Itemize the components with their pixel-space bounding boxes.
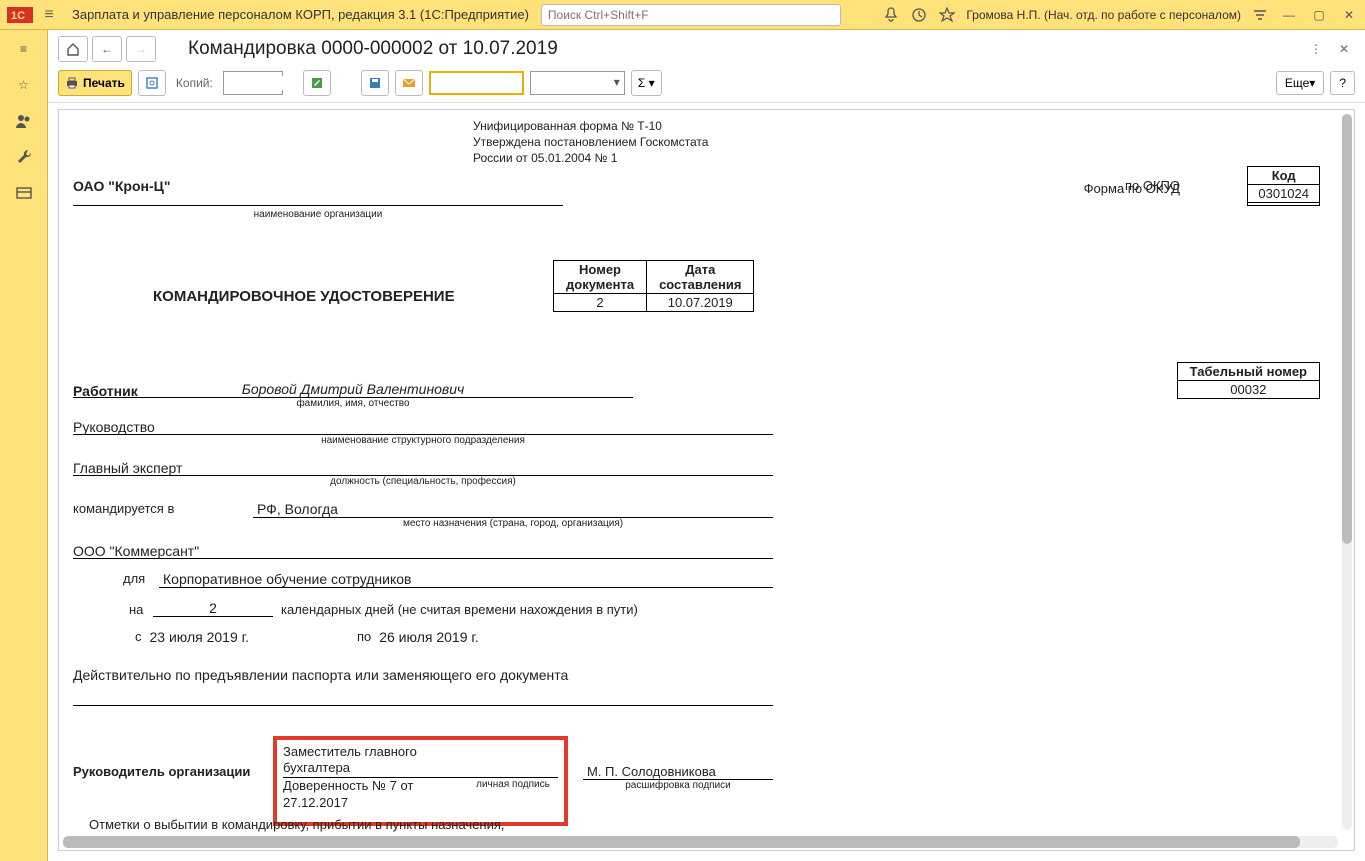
sig-sub-decryption: расшифровка подписи — [583, 780, 773, 791]
position-value: Главный эксперт — [73, 460, 182, 476]
tabnum-table: Табельный номер 00032 — [1177, 362, 1320, 399]
org-name: ОАО "Крон-Ц" — [73, 178, 171, 194]
okpo-value — [1248, 203, 1320, 206]
dept-sublabel: наименование структурного подразделения — [73, 435, 773, 446]
from-date: 23 июля 2019 г. — [150, 629, 249, 645]
dropdown-input[interactable] — [530, 71, 625, 95]
docnum-h1b: документа — [566, 277, 634, 292]
app-logo-icon: 1С — [6, 5, 34, 25]
history-icon[interactable] — [910, 6, 928, 24]
docdate-h1b: составления — [659, 277, 741, 292]
tabnum-header: Табельный номер — [1177, 362, 1319, 380]
sig-decryption: М. П. Солодовникова — [587, 764, 716, 779]
star-icon[interactable] — [938, 6, 956, 24]
nav-back-button[interactable]: ← — [92, 36, 122, 62]
current-user[interactable]: Громова Н.П. (Нач. отд. по работе с перс… — [966, 8, 1241, 22]
worker-label: Работник — [73, 383, 163, 399]
left-sidebar: ≡ ☆ — [0, 30, 48, 861]
print-button-label: Печать — [83, 76, 125, 90]
from-label: с — [135, 629, 142, 645]
copies-stepper[interactable]: ▲▼ — [223, 71, 283, 95]
form-header-line2: Утверждена постановлением Госкомстата — [473, 134, 1320, 150]
purpose-value: Корпоративное обучение сотрудников — [159, 571, 773, 588]
days-value: 2 — [153, 600, 273, 617]
close-button[interactable]: ✕ — [1339, 8, 1359, 22]
star-tab-icon[interactable]: ☆ — [13, 74, 35, 96]
tabnum-value: 00032 — [1177, 380, 1319, 398]
docdate-h1: Дата — [685, 262, 715, 277]
more-menu-icon[interactable]: ⋮ — [1305, 38, 1327, 60]
home-button[interactable] — [58, 36, 88, 62]
docnum-table: Номердокумента Датасоставления 2 10.07.2… — [553, 260, 754, 312]
card-icon[interactable] — [13, 182, 35, 204]
dept-value: Руководство — [73, 419, 155, 435]
print-button[interactable]: Печать — [58, 70, 132, 96]
horizontal-scrollbar[interactable] — [63, 836, 1338, 848]
document-title: Командировка 0000-000002 от 10.07.2019 — [188, 38, 558, 60]
document-page: Унифицированная форма № Т-10 Утверждена … — [59, 110, 1338, 834]
to-label: по — [357, 629, 371, 645]
destination-sublabel: место назначения (страна, город, организ… — [253, 518, 773, 529]
titlebar: 1С ≡ Зарплата и управление персоналом КО… — [0, 0, 1365, 30]
svg-text:1С: 1С — [11, 10, 25, 22]
to-date: 26 июля 2019 г. — [379, 629, 478, 645]
valid-text: Действительно по предъявлении паспорта и… — [73, 667, 568, 683]
search-wrap — [541, 4, 841, 26]
client-value: ООО "Коммерсант" — [73, 543, 199, 559]
fio-sublabel: фамилия, имя, отчество — [73, 398, 633, 409]
days-label-pre: на — [129, 602, 153, 617]
document-area: Унифицированная форма № Т-10 Утверждена … — [58, 109, 1355, 851]
org-sublabel: наименование организации — [73, 209, 563, 220]
form-header: Унифицированная форма № Т-10 Утверждена … — [473, 118, 1320, 167]
code-table: Код 0301024 — [1247, 166, 1320, 206]
days-label-post: календарных дней (не считая времени нахо… — [281, 602, 638, 617]
menu-icon[interactable]: ≡ — [13, 38, 35, 60]
print-toolbar: Печать Копий: ▲▼ Σ ▾ Еще ▾ ? — [48, 66, 1365, 103]
vertical-scrollbar[interactable] — [1342, 114, 1352, 830]
sub-header: ← → Командировка 0000-000002 от 10.07.20… — [48, 30, 1365, 66]
preview-button[interactable] — [138, 70, 166, 96]
more-button-label: Еще — [1285, 76, 1309, 90]
help-button[interactable]: ? — [1330, 71, 1355, 95]
sum-button[interactable]: Σ ▾ — [631, 70, 662, 96]
settings-lines-icon[interactable] — [1251, 6, 1269, 24]
wrench-icon[interactable] — [13, 146, 35, 168]
destination-value: РФ, Вологда — [253, 501, 773, 518]
signer-position-line2: бухгалтера — [283, 760, 558, 778]
app-title: Зарплата и управление персоналом КОРП, р… — [72, 7, 529, 22]
okud-value: 0301024 — [1248, 185, 1320, 203]
sig-sub-personal: личная подпись — [468, 778, 558, 812]
form-header-line1: Унифицированная форма № Т-10 — [473, 118, 1320, 134]
docdate-value: 10.07.2019 — [647, 293, 754, 311]
edit-button[interactable] — [303, 70, 331, 96]
purpose-label: для — [123, 571, 159, 588]
more-button[interactable]: Еще ▾ — [1276, 71, 1324, 95]
signer-highlight-box: Заместитель главного бухгалтера Доверенн… — [273, 736, 568, 826]
marks-text: Отметки о выбытии в командировку, прибыт… — [89, 817, 505, 832]
nav-forward-button[interactable]: → — [126, 36, 156, 62]
docnum-h1: Номер — [579, 262, 621, 277]
signer-position-line1: Заместитель главного — [283, 744, 417, 759]
global-search-input[interactable] — [541, 4, 841, 26]
page-input[interactable] — [429, 71, 524, 95]
position-sublabel: должность (специальность, профессия) — [73, 476, 773, 487]
bell-icon[interactable] — [882, 6, 900, 24]
email-button[interactable] — [395, 70, 423, 96]
code-header: Код — [1248, 167, 1320, 185]
maximize-button[interactable]: ▢ — [1309, 8, 1329, 22]
cert-title: КОМАНДИРОВОЧНОЕ УДОСТОВЕРЕНИЕ — [153, 288, 455, 305]
form-header-line3: России от 05.01.2004 № 1 — [473, 150, 1320, 166]
destination-label: командируется в — [73, 501, 253, 529]
save-button[interactable] — [361, 70, 389, 96]
close-tab-button[interactable]: ✕ — [1333, 38, 1355, 60]
users-icon[interactable] — [13, 110, 35, 132]
copies-label: Копий: — [176, 76, 213, 90]
docnum-value: 2 — [554, 293, 647, 311]
head-label: Руководитель организации — [73, 764, 250, 779]
minimize-button[interactable]: — — [1279, 8, 1299, 22]
main-menu-icon[interactable]: ≡ — [38, 6, 60, 24]
signer-doc: Доверенность № 7 от 27.12.2017 — [283, 778, 458, 812]
